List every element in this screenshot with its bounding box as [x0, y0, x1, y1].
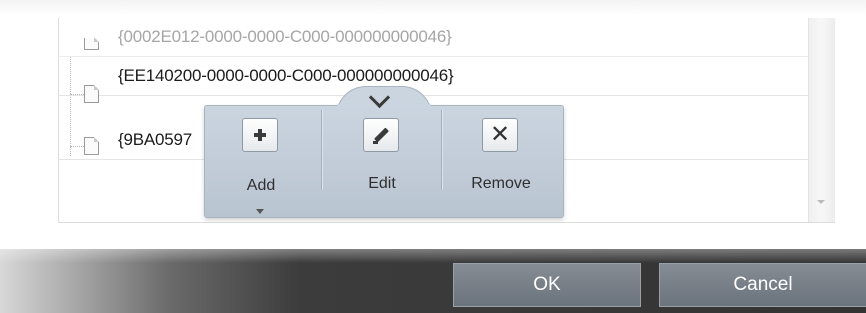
file-icon — [84, 37, 99, 50]
toolbar-separator — [441, 110, 442, 190]
list-item-label: {9BA0597 — [118, 130, 193, 149]
top-fade — [0, 0, 866, 16]
list-item[interactable]: {0002E012-0000-0000-C000-000000000046} — [58, 18, 808, 57]
cancel-button[interactable]: Cancel — [659, 263, 866, 307]
vertical-scrollbar[interactable] — [808, 18, 835, 222]
plus-icon — [242, 118, 278, 152]
file-icon — [84, 137, 99, 155]
tree-branch — [70, 94, 84, 95]
edit-label: Edit — [368, 175, 396, 192]
list-item-label: {EE140200-0000-0000-C000-000000000046} — [118, 66, 454, 85]
ok-button[interactable]: OK — [453, 263, 641, 307]
pencil-icon — [363, 118, 399, 152]
file-icon — [84, 85, 99, 103]
list-item[interactable]: {EE140200-0000-0000-C000-000000000046} — [58, 57, 808, 96]
edit-button[interactable]: Edit — [332, 112, 432, 212]
list-item-label: {0002E012-0000-0000-C000-000000000046} — [118, 27, 452, 46]
remove-label: Remove — [471, 175, 531, 192]
popup-tab-join — [337, 104, 431, 108]
dropdown-caret-icon[interactable] — [256, 209, 264, 214]
x-icon: ✕ — [482, 118, 518, 152]
scroll-down-arrow-icon[interactable] — [817, 200, 825, 204]
add-label: Add — [246, 177, 276, 194]
toolbar-separator — [321, 110, 322, 190]
tree-branch — [70, 146, 84, 147]
add-button[interactable]: Add — [211, 112, 311, 214]
remove-button[interactable]: ✕ Remove — [451, 112, 551, 212]
